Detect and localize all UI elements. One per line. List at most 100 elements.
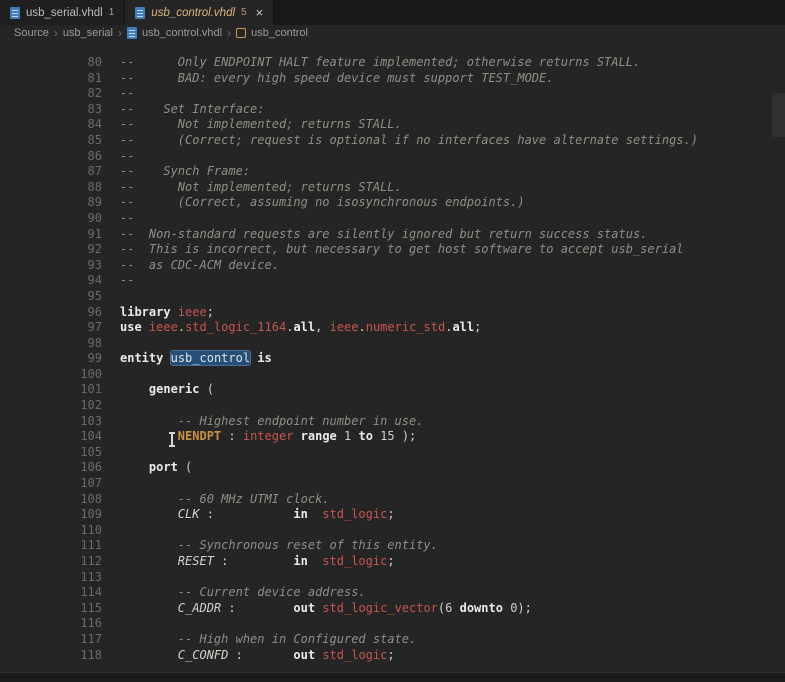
line-number: 91	[87, 226, 102, 241]
code-line[interactable]: 97 use ieee.std_logic_1164.all, ieee.nume…	[0, 320, 785, 336]
line-number: 92	[87, 242, 102, 257]
chevron-right-icon: ›	[118, 26, 122, 40]
code-text: -- Current device address.	[177, 585, 366, 600]
code-line[interactable]: 98	[0, 336, 785, 352]
code-area[interactable]: 80 -- Only ENDPOINT HALT feature implemen…	[0, 55, 785, 663]
code-line[interactable]: 111 -- Synchronous reset of this entity.	[0, 538, 785, 554]
breadcrumb-item-file[interactable]: usb_control.vhdl	[142, 27, 222, 39]
code-text: -- Synchronous reset of this entity.	[177, 538, 438, 553]
code-line[interactable]: 99 entity usb_control is	[0, 351, 785, 367]
code-line[interactable]: 87 -- Synch Frame:	[0, 164, 785, 180]
editor[interactable]: 80 -- Only ENDPOINT HALT feature implemen…	[0, 41, 785, 682]
code-line[interactable]: 102	[0, 398, 785, 414]
line-number: 88	[87, 179, 102, 194]
line-number: 117	[80, 631, 102, 646]
line-number: 118	[80, 647, 102, 662]
code-line[interactable]: 100	[0, 367, 785, 383]
close-icon[interactable]: ×	[256, 6, 264, 19]
code-line[interactable]: 89 -- (Correct, assuming no isosynchronou…	[0, 195, 785, 211]
code-line[interactable]: 108 -- 60 MHz UTMI clock.	[0, 492, 785, 508]
code-line[interactable]: 82 --	[0, 86, 785, 102]
scrollbar[interactable]	[772, 93, 785, 137]
panel-tab-bar: PROBLEMS 6 OUTPUT TERMINAL DEBUG CONSOLE	[0, 672, 785, 682]
entity-symbol-icon	[236, 28, 247, 38]
tab-usb-control[interactable]: usb_control.vhdl 5 ×	[125, 0, 275, 25]
code-line[interactable]: 101 generic (	[0, 382, 785, 398]
line-number: 96	[87, 304, 102, 319]
editor-tab-bar: usb_serial.vhdl 1 usb_control.vhdl 5 ×	[0, 0, 785, 25]
line-number: 110	[80, 522, 102, 537]
line-number: 107	[80, 476, 102, 491]
line-number: 82	[87, 86, 102, 101]
chevron-right-icon: ›	[227, 26, 232, 40]
code-editor-window: usb_serial.vhdl 1 usb_control.vhdl 5 × S…	[0, 0, 785, 682]
code-line[interactable]: 94 --	[0, 273, 785, 289]
line-number: 116	[80, 616, 102, 631]
line-number: 106	[80, 460, 102, 475]
breadcrumb-item-symbol[interactable]: usb_control	[251, 27, 308, 39]
line-number: 89	[87, 195, 102, 210]
line-number: 86	[87, 148, 102, 163]
tab-problems-badge: 5	[241, 7, 247, 18]
code-line[interactable]: 106 port (	[0, 460, 785, 476]
line-number: 98	[87, 335, 102, 350]
code-line[interactable]: 117 -- High when in Configured state.	[0, 632, 785, 648]
code-line[interactable]: 90 --	[0, 211, 785, 227]
code-line[interactable]: 112 RESET : in std_logic;	[0, 554, 785, 570]
breadcrumb-item-usb-serial[interactable]: usb_serial	[63, 27, 113, 39]
line-number: 103	[80, 413, 102, 428]
breadcrumb: Source › usb_serial › usb_control.vhdl ›…	[0, 25, 785, 41]
code-text: --	[120, 273, 135, 288]
breadcrumb-item-source[interactable]: Source	[14, 27, 49, 39]
file-icon	[127, 27, 137, 39]
line-number: 85	[87, 132, 102, 147]
line-number: 108	[80, 491, 102, 506]
code-line[interactable]: 86 --	[0, 149, 785, 165]
line-number: 112	[80, 554, 102, 568]
code-line[interactable]: 104 NENDPT : integer range 1 to 15 );	[0, 429, 785, 445]
code-line[interactable]: 84 -- Not implemented; returns STALL.	[0, 117, 785, 133]
tab-usb-serial[interactable]: usb_serial.vhdl 1	[0, 0, 126, 25]
code-text: -- BAD: every high speed device must sup…	[120, 70, 554, 85]
code-line[interactable]: 95	[0, 289, 785, 305]
code-line[interactable]: 118 C_CONFD : out std_logic;	[0, 648, 785, 664]
line-number: 95	[87, 288, 102, 303]
code-line[interactable]: 110	[0, 523, 785, 539]
line-number: 93	[87, 257, 102, 272]
code-line[interactable]: 96 library ieee;	[0, 305, 785, 321]
code-line[interactable]: 80 -- Only ENDPOINT HALT feature implemen…	[0, 55, 785, 71]
code-line[interactable]: 83 -- Set Interface:	[0, 102, 785, 118]
code-line[interactable]: 103 -- Highest endpoint number in use.	[0, 414, 785, 430]
line-number: 102	[80, 398, 102, 413]
code-line[interactable]: 88 -- Not implemented; returns STALL.	[0, 180, 785, 196]
file-icon	[10, 6, 20, 19]
code-text: -- 60 MHz UTMI clock.	[177, 491, 330, 506]
code-line[interactable]: 116	[0, 616, 785, 632]
occurrence-highlight: usb_control	[170, 351, 251, 366]
code-line[interactable]: 113	[0, 570, 785, 586]
code-line[interactable]: 114 -- Current device address.	[0, 585, 785, 601]
code-line[interactable]: 85 -- (Correct; request is optional if no…	[0, 133, 785, 149]
code-line[interactable]: 105	[0, 445, 785, 461]
line-number: 111	[80, 538, 102, 553]
code-line[interactable]: 93 -- as CDC-ACM device.	[0, 258, 785, 274]
code-text: -- Not implemented; returns STALL.	[120, 117, 402, 132]
code-line[interactable]: 91 -- Non-standard requests are silently …	[0, 227, 785, 243]
line-number: 84	[87, 117, 102, 132]
line-number: 87	[87, 164, 102, 179]
line-number: 109	[80, 507, 102, 522]
code-line[interactable]: 109 CLK : in std_logic;	[0, 507, 785, 523]
code-line[interactable]: 92 -- This is incorrect, but necessary to…	[0, 242, 785, 258]
code-text: -- Set Interface:	[120, 101, 265, 116]
code-line[interactable]: 81 -- BAD: every high speed device must s…	[0, 71, 785, 87]
code-line[interactable]: 107	[0, 476, 785, 492]
code-line[interactable]: 115 C_ADDR : out std_logic_vector(6 down…	[0, 601, 785, 617]
line-number: 97	[87, 320, 102, 335]
line-number: 114	[80, 585, 102, 600]
code-text: use ieee.std_logic_1164.all, ieee.numeri…	[120, 320, 482, 335]
